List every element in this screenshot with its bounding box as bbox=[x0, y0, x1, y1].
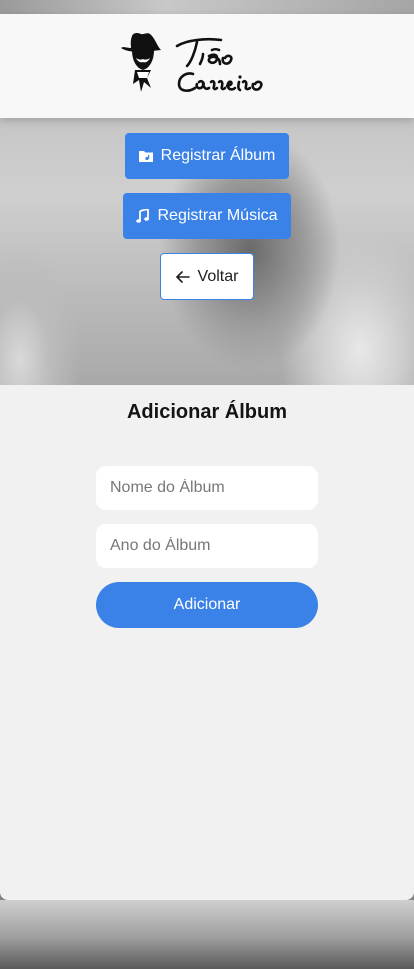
album-folder-icon bbox=[138, 150, 153, 162]
brand-logo[interactable] bbox=[117, 26, 297, 106]
back-label: Voltar bbox=[197, 267, 239, 285]
register-album-label: Registrar Álbum bbox=[160, 147, 276, 164]
album-year-input[interactable] bbox=[96, 524, 318, 568]
page-title: Adicionar Álbum bbox=[126, 401, 287, 423]
register-song-button[interactable]: Registrar Música bbox=[123, 193, 291, 239]
site-header bbox=[0, 14, 414, 118]
add-album-submit-button[interactable]: Adicionar bbox=[96, 582, 318, 628]
register-song-label: Registrar Música bbox=[157, 207, 278, 224]
top-photo-strip bbox=[0, 0, 414, 14]
back-button[interactable]: Voltar bbox=[160, 253, 254, 300]
add-album-panel: Adicionar Álbum Adicionar bbox=[0, 385, 414, 900]
music-note-icon bbox=[136, 209, 150, 223]
arrow-left-icon bbox=[175, 270, 190, 283]
register-album-button[interactable]: Registrar Álbum bbox=[125, 133, 289, 179]
album-name-input[interactable] bbox=[96, 466, 318, 510]
